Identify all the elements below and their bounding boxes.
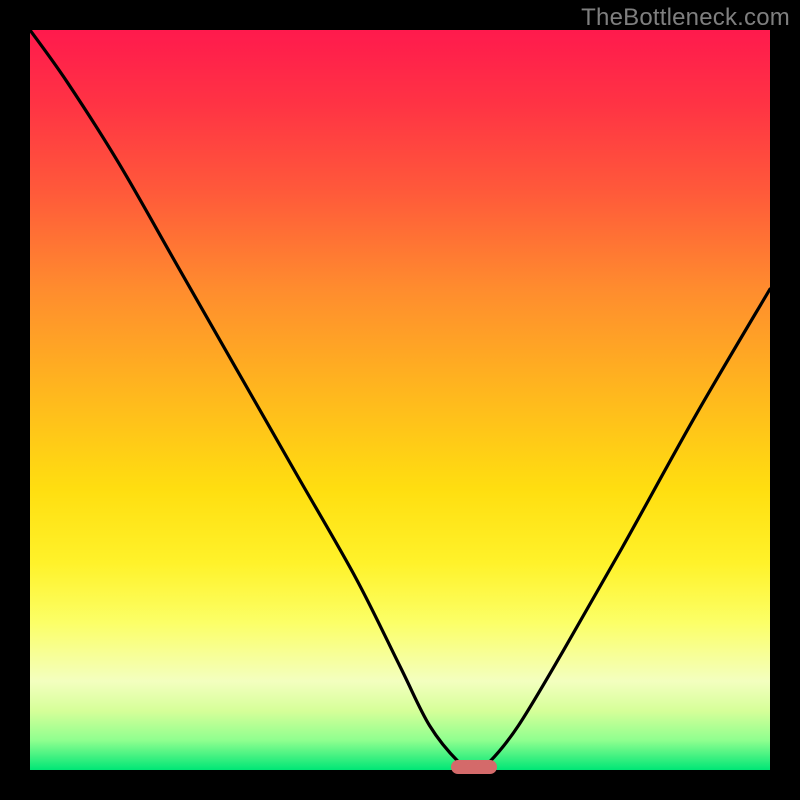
plot-area bbox=[30, 30, 770, 770]
optimal-marker bbox=[451, 760, 497, 774]
bottleneck-curve bbox=[30, 30, 770, 770]
chart-frame: TheBottleneck.com bbox=[0, 0, 800, 800]
watermark-text: TheBottleneck.com bbox=[581, 4, 790, 32]
